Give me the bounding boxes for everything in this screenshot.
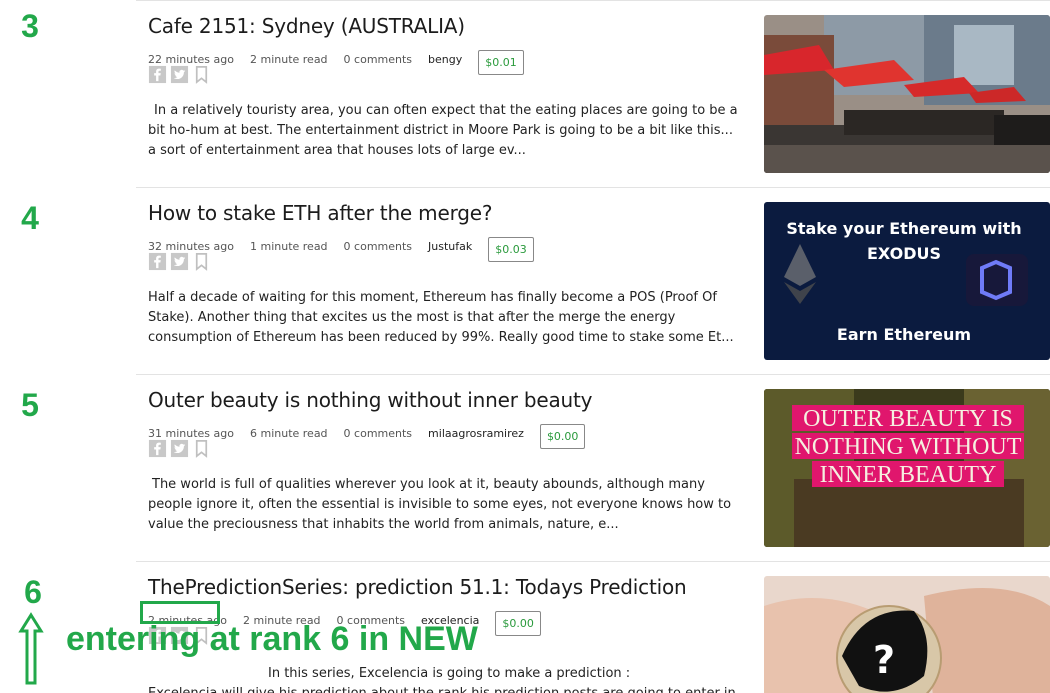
excerpt-line: In this series, Excelencia is going to m… — [268, 666, 631, 681]
post-excerpt: In this series, Excelencia is going to m… — [148, 664, 738, 693]
comments-count[interactable]: 0 comments — [344, 53, 413, 66]
post-meta: 31 minutes ago 6 minute read 0 comments … — [148, 418, 586, 449]
cafe-image — [764, 15, 1050, 173]
rank-number: 4 — [21, 200, 39, 236]
facebook-icon[interactable] — [148, 65, 167, 84]
prediction-image: ? — [764, 576, 1050, 693]
thumb-brand-line: EXODUS — [867, 244, 941, 263]
read-time: 1 minute read — [249, 240, 328, 253]
thumb-title-line: INNER BEAUTY — [820, 462, 997, 488]
post-excerpt: In a relatively touristy area, you can o… — [148, 103, 738, 158]
thumb-title-line: NOTHING WITHOUT — [795, 434, 1022, 460]
twitter-icon[interactable] — [170, 439, 189, 458]
payout-badge[interactable]: $0.00 — [539, 424, 586, 449]
read-time: 6 minute read — [249, 427, 328, 440]
post-thumbnail[interactable]: OUTER BEAUTY IS NOTHING WITHOUT INNER BE… — [764, 389, 1050, 547]
post-card: Cafe 2151: Sydney (AUSTRALIA) 22 minutes… — [136, 0, 1050, 187]
comments-count[interactable]: 0 comments — [344, 240, 413, 253]
payout-badge[interactable]: $0.03 — [488, 237, 534, 262]
ethereum-exodus-image: Stake your Ethereum with EXODUS Earn Eth… — [764, 202, 1050, 360]
post-thumbnail[interactable]: Stake your Ethereum with EXODUS Earn Eth… — [764, 202, 1050, 360]
share-icons — [148, 65, 211, 84]
post-card: Outer beauty is nothing without inner be… — [136, 374, 1050, 561]
outer-beauty-image: OUTER BEAUTY IS NOTHING WITHOUT INNER BE… — [764, 389, 1050, 547]
twitter-icon[interactable] — [170, 65, 189, 84]
payout-badge[interactable]: $0.00 — [495, 611, 541, 636]
post-author[interactable]: bengy — [428, 53, 462, 66]
bookmark-icon[interactable] — [192, 252, 211, 271]
bookmark-icon[interactable] — [192, 65, 211, 84]
post-card: How to stake ETH after the merge? 32 min… — [136, 187, 1050, 374]
bookmark-icon[interactable] — [192, 439, 211, 458]
post-thumbnail[interactable]: ? — [764, 576, 1050, 693]
thumb-title-line: Stake your Ethereum with — [786, 219, 1021, 238]
comments-count[interactable]: 0 comments — [344, 427, 413, 440]
post-excerpt: The world is full of qualities wherever … — [148, 477, 732, 532]
question-mark-icon: ? — [873, 638, 895, 682]
thumb-caption-line: Earn Ethereum — [837, 325, 971, 344]
post-author[interactable]: Justufak — [428, 240, 472, 253]
post-thumbnail[interactable] — [764, 15, 1050, 173]
twitter-icon[interactable] — [170, 252, 189, 271]
post-title[interactable]: How to stake ETH after the merge? — [148, 201, 492, 225]
facebook-icon[interactable] — [148, 252, 167, 271]
post-title[interactable]: ThePredictionSeries: prediction 51.1: To… — [148, 575, 687, 599]
annotation-text: entering at rank 6 in NEW — [66, 620, 478, 658]
facebook-icon[interactable] — [148, 439, 167, 458]
rank-number: 3 — [21, 8, 39, 44]
post-title[interactable]: Cafe 2151: Sydney (AUSTRALIA) — [148, 14, 465, 38]
excerpt-line: Excelencia will give his prediction abou… — [148, 684, 738, 693]
up-arrow-icon — [18, 612, 44, 685]
post-author[interactable]: milaagrosramirez — [428, 427, 524, 440]
post-excerpt: Half a decade of waiting for this moment… — [148, 290, 734, 345]
read-time: 2 minute read — [249, 53, 328, 66]
post-title[interactable]: Outer beauty is nothing without inner be… — [148, 388, 593, 412]
rank-number: 5 — [21, 387, 39, 423]
share-icons — [148, 252, 211, 271]
rank-number: 6 — [24, 574, 42, 610]
share-icons — [148, 439, 211, 458]
payout-badge[interactable]: $0.01 — [478, 50, 524, 75]
thumb-title-line: OUTER BEAUTY IS — [803, 406, 1013, 432]
